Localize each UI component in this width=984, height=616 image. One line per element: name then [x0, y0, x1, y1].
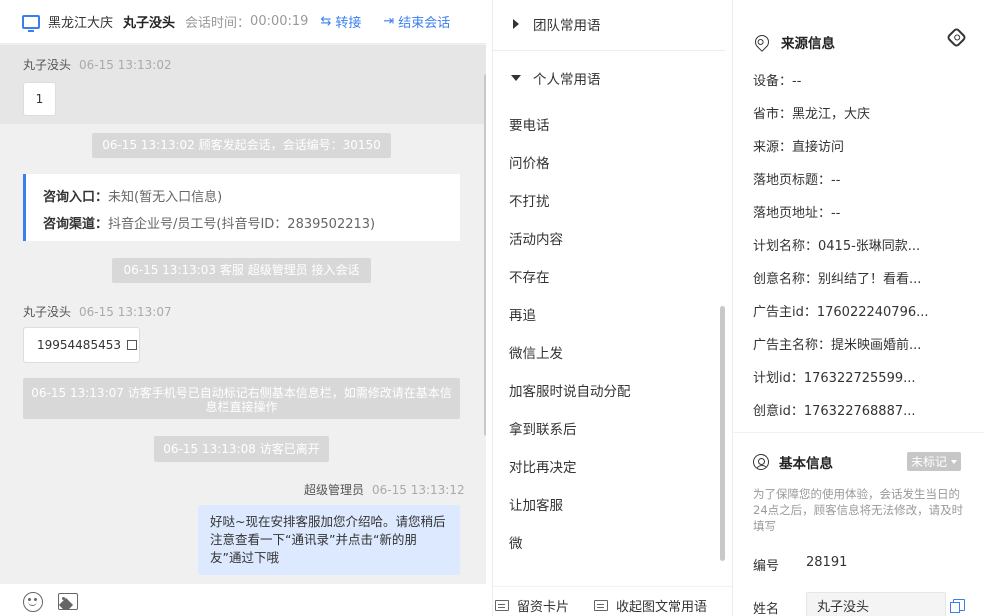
phrase-item[interactable]: 让加客服: [509, 494, 563, 514]
source-row: 计划id：176322725599...: [753, 371, 916, 386]
message-sender: 丸子没头 06-15 13:13:07: [23, 303, 172, 320]
copy-icon[interactable]: [126, 340, 137, 350]
source-row: 设备：--: [753, 74, 802, 89]
lead-card-button[interactable]: 留资卡片: [495, 596, 569, 615]
phrase-item[interactable]: 对比再决定: [509, 456, 577, 476]
lead-card-label: 留资卡片: [517, 600, 570, 615]
chevron-down-icon: [951, 459, 958, 464]
entry-value: 未知(暂无入口信息): [108, 190, 223, 205]
phrase-scrollbar[interactable]: [720, 306, 725, 561]
phrase-item[interactable]: 不打扰: [509, 190, 550, 210]
entry-key: 咨询入口：: [43, 190, 109, 205]
sender-name: 丸子没头: [23, 305, 72, 319]
phrase-item[interactable]: 不存在: [509, 266, 550, 286]
id-value: 28191: [806, 555, 848, 570]
system-message: 06-15 13:13:02 顾客发起会话，会话编号：30150: [92, 133, 391, 158]
phrase-item[interactable]: 微: [509, 532, 523, 552]
session-time-label: 会话时间：: [185, 16, 251, 31]
source-row: 来源：直接访问: [753, 140, 845, 155]
chat-scrollbar[interactable]: [484, 74, 486, 436]
basic-info-title: 基本信息: [779, 456, 833, 472]
team-phrases-toggle[interactable]: 团队常用语: [513, 13, 601, 35]
personal-phrases-toggle[interactable]: 个人常用语: [511, 67, 601, 89]
source-row: 创意名称：别纠结了！看看...: [753, 272, 922, 287]
phrase-item[interactable]: 再追: [509, 304, 536, 324]
exit-icon: ⇥: [383, 14, 395, 29]
system-message: 06-15 13:13:07 访客手机号已自动标记右侧基本信息栏，如需修改请在基…: [23, 378, 460, 419]
message-time: 06-15 13:13:12: [372, 483, 465, 497]
visitor-info-panel: 来源信息 设备：-- 省市：黑龙江，大庆 来源：直接访问 落地页标题：-- 落地…: [732, 0, 984, 616]
source-row: 计划名称：0415-张琳同款...: [753, 239, 921, 254]
sender-name: 超级管理员: [304, 483, 365, 497]
copy-icon[interactable]: [950, 599, 965, 613]
caret-right-icon: [513, 19, 519, 29]
message-sender: 丸子没头 06-15 13:13:02: [23, 56, 172, 73]
channel-value: 抖音企业号/员工号(抖音号ID：2839502213): [108, 217, 376, 232]
card-icon: [594, 600, 608, 611]
source-info-title: 来源信息: [781, 36, 835, 52]
phone-number-text: 19954485453: [37, 338, 121, 352]
source-info-header: 来源信息: [752, 32, 835, 52]
location-pin-icon: [752, 32, 772, 52]
phrase-item[interactable]: 要电话: [509, 114, 550, 134]
agent-message-bubble[interactable]: 好哒~现在安排客服加您介绍哈。请您稍后注意查看一下“通讯录”并点击“新的朋友”通…: [198, 505, 460, 575]
chat-header: 黑龙江大庆 丸子没头 会话时间： 00:00:19 ⇆ 转接 ⇥ 结束会话: [0, 0, 486, 44]
settings-icon[interactable]: [945, 26, 968, 49]
message-time: 06-15 13:13:02: [79, 58, 172, 72]
source-row: 落地页地址：--: [753, 206, 841, 221]
image-icon[interactable]: [58, 593, 78, 610]
channel-key: 咨询渠道：: [43, 217, 109, 232]
visitor-location: 黑龙江大庆: [48, 16, 114, 31]
end-session-button[interactable]: ⇥ 结束会话: [383, 12, 450, 31]
source-row: 广告主id：176022240796...: [753, 305, 929, 320]
emoji-icon[interactable]: [23, 592, 43, 612]
personal-phrases-label: 个人常用语: [533, 72, 601, 88]
visitor-name: 丸子没头: [123, 16, 176, 31]
source-row: 省市：黑龙江，大庆: [753, 107, 871, 122]
session-time-value: 00:00:19: [250, 14, 309, 29]
phrase-item[interactable]: 拿到联系后: [509, 418, 577, 438]
end-session-label: 结束会话: [398, 16, 451, 31]
visitor-message-bubble[interactable]: 19954485453: [23, 327, 140, 363]
card-icon: [495, 600, 509, 611]
tag-dropdown[interactable]: 未标记: [907, 452, 962, 471]
transfer-icon: ⇆: [320, 14, 332, 29]
name-input[interactable]: 丸子没头: [806, 592, 946, 616]
name-label: 姓名: [753, 602, 780, 616]
transfer-label: 转接: [335, 16, 362, 31]
info-note: 为了保障您的使用体验，会话发生当日的24点之后，顾客信息将无法修改，请及时填写: [753, 487, 964, 533]
message-time: 06-15 13:13:07: [79, 305, 172, 319]
source-row: 创意id：176322768887...: [753, 404, 916, 419]
divider: [493, 50, 725, 51]
phrase-item[interactable]: 微信上发: [509, 342, 563, 362]
message-sender: 超级管理员 06-15 13:13:12: [304, 481, 465, 498]
caret-down-icon: [511, 75, 521, 81]
tag-label: 未标记: [911, 455, 948, 469]
source-row: 落地页标题：--: [753, 173, 841, 188]
system-message: 06-15 13:13:03 客服 超级管理员 接入会话: [112, 258, 371, 283]
id-label: 编号: [753, 559, 780, 574]
team-phrases-label: 团队常用语: [533, 18, 601, 34]
chat-panel: 黑龙江大庆 丸子没头 会话时间： 00:00:19 ⇆ 转接 ⇥ 结束会话 丸子…: [0, 0, 486, 616]
transfer-button[interactable]: ⇆ 转接: [320, 12, 361, 31]
source-row: 广告主名称：提米映画婚前...: [753, 338, 922, 353]
basic-info-header: 基本信息: [753, 452, 833, 472]
phrase-panel: 团队常用语 个人常用语 要电话 问价格 不打扰 活动内容 不存在 再追 微信上发…: [492, 0, 733, 616]
collapse-phrases-label: 收起图文常用语: [616, 600, 708, 615]
consult-info-card: 咨询入口：未知(暂无入口信息) 咨询渠道：抖音企业号/员工号(抖音号ID：283…: [23, 174, 460, 241]
phrase-item[interactable]: 活动内容: [509, 228, 563, 248]
phrase-item[interactable]: 加客服时说自动分配: [509, 380, 631, 400]
phrase-item[interactable]: 问价格: [509, 152, 550, 172]
divider: [733, 432, 984, 433]
visitor-message-bubble[interactable]: 1: [23, 82, 56, 116]
monitor-icon: [22, 14, 40, 32]
system-message: 06-15 13:13:08 访客已离开: [154, 436, 329, 462]
collapse-phrases-button[interactable]: 收起图文常用语: [594, 596, 707, 615]
chat-toolbar: [0, 584, 486, 616]
sender-name: 丸子没头: [23, 58, 72, 72]
user-icon: [753, 454, 769, 470]
